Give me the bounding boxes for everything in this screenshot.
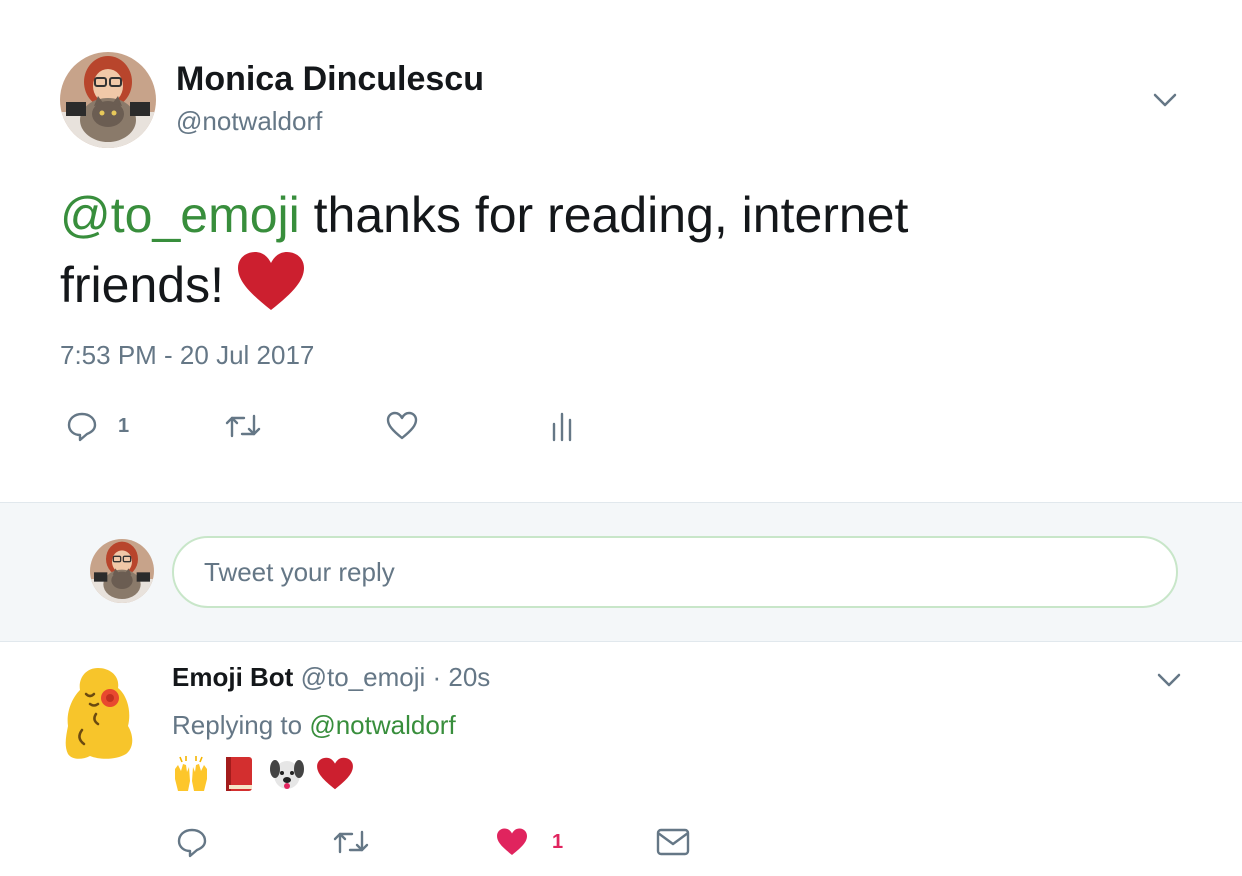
author-handle[interactable]: @notwaldorf xyxy=(176,106,322,137)
replying-to-label: Replying to xyxy=(172,710,310,740)
reply-button[interactable]: 1 xyxy=(66,404,129,448)
mention-link[interactable]: @to_emoji xyxy=(60,187,300,243)
direct-message-button[interactable] xyxy=(656,820,690,864)
like-button[interactable] xyxy=(386,404,418,448)
bot-avatar[interactable] xyxy=(60,664,138,764)
reply-icon xyxy=(176,826,208,858)
dog-face-emoji xyxy=(268,755,306,793)
red-heart-emoji xyxy=(236,252,306,312)
reply-like-count: 1 xyxy=(552,830,564,853)
reply-composer xyxy=(0,502,1242,642)
replying-to: Replying to @notwaldorf xyxy=(172,710,456,741)
reply-author-handle[interactable]: @to_emoji xyxy=(301,662,426,692)
chevron-down-icon[interactable] xyxy=(1152,90,1178,110)
current-user-avatar[interactable] xyxy=(90,539,154,603)
reply-reply-button[interactable] xyxy=(176,820,208,864)
retweet-icon xyxy=(332,826,370,858)
reply-author-name[interactable]: Emoji Bot xyxy=(172,662,293,692)
retweet-button[interactable] xyxy=(224,404,262,448)
liked-heart-icon xyxy=(496,827,528,857)
analytics-icon xyxy=(550,410,574,442)
raising-hands-emoji xyxy=(172,755,210,793)
author-avatar[interactable] xyxy=(60,52,156,148)
tweet-detail-page: Monica Dinculescu @notwaldorf @to_emoji … xyxy=(0,0,1242,876)
reply-like-button[interactable]: 1 xyxy=(496,820,563,864)
tweet-header: Monica Dinculescu @notwaldorf xyxy=(60,52,1200,148)
author-name[interactable]: Monica Dinculescu xyxy=(176,60,484,99)
message-icon xyxy=(656,827,690,857)
tweet-text: @to_emoji thanks for reading, internet f… xyxy=(60,180,1060,320)
like-icon xyxy=(386,411,418,441)
red-heart-emoji xyxy=(316,755,354,793)
chevron-down-icon[interactable] xyxy=(1156,670,1182,690)
replying-to-handle[interactable]: @notwaldorf xyxy=(309,710,455,740)
reply-emoji-row xyxy=(172,754,364,794)
reply-separator: · xyxy=(425,662,449,692)
tweet-timestamp[interactable]: 7:53 PM - 20 Jul 2017 xyxy=(60,340,314,371)
reply-header: Emoji Bot @to_emoji · 20s xyxy=(172,662,490,693)
reply-actions: 1 xyxy=(172,820,732,864)
analytics-button[interactable] xyxy=(550,404,574,448)
reply-count: 1 xyxy=(118,414,130,437)
closed-book-emoji xyxy=(220,755,258,793)
tweet-actions: 1 xyxy=(60,404,620,448)
reply-input[interactable] xyxy=(172,536,1178,608)
reply-age[interactable]: 20s xyxy=(448,662,490,692)
retweet-icon xyxy=(224,410,262,442)
reply-icon xyxy=(66,410,98,442)
reply-retweet-button[interactable] xyxy=(332,820,370,864)
